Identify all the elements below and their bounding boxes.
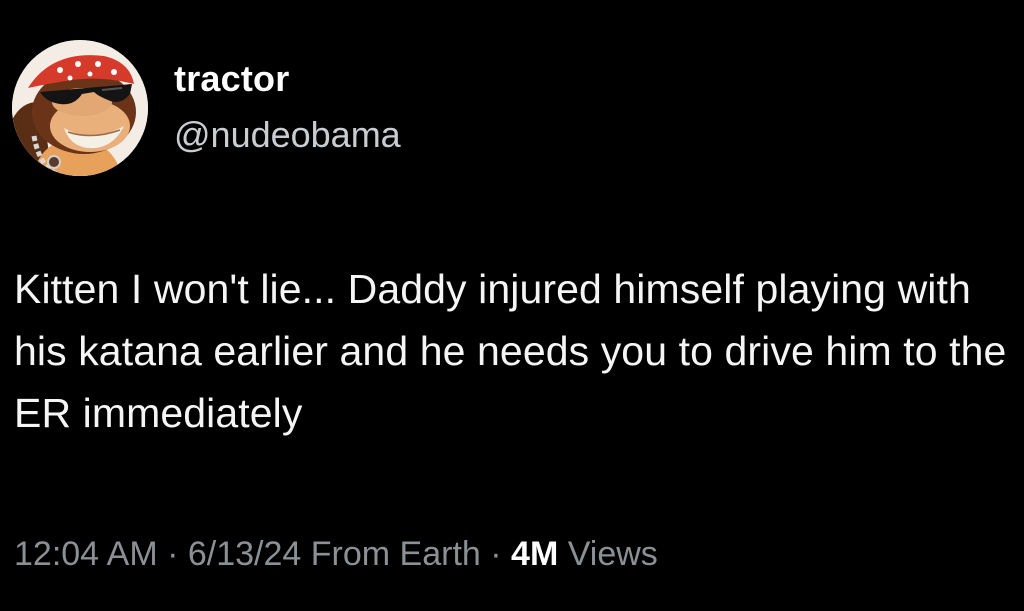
post-time[interactable]: 12:04 AM [14,535,158,573]
user-handle[interactable]: @nudeobama [174,113,401,157]
post-date[interactable]: 6/13/24 [188,535,301,573]
donkey-kong-avatar-icon [12,40,148,176]
meta-separator: · [480,535,512,573]
avatar[interactable] [12,40,148,176]
meta-separator: · [157,535,188,573]
tweet-header: tractor @nudeobama [12,40,401,176]
tweet-card: tractor @nudeobama Kitten I won't lie...… [0,0,1024,611]
views-count[interactable]: 4M [511,535,558,573]
tweet-meta: 12:04 AM · 6/13/24 From Earth · 4M Views [14,532,658,576]
views-label[interactable]: Views [558,535,658,573]
display-name[interactable]: tractor [174,57,401,101]
tweet-text: Kitten I won't lie... Daddy injured hims… [14,266,1007,436]
post-source: From Earth [301,535,481,573]
author-names: tractor @nudeobama [174,57,401,157]
